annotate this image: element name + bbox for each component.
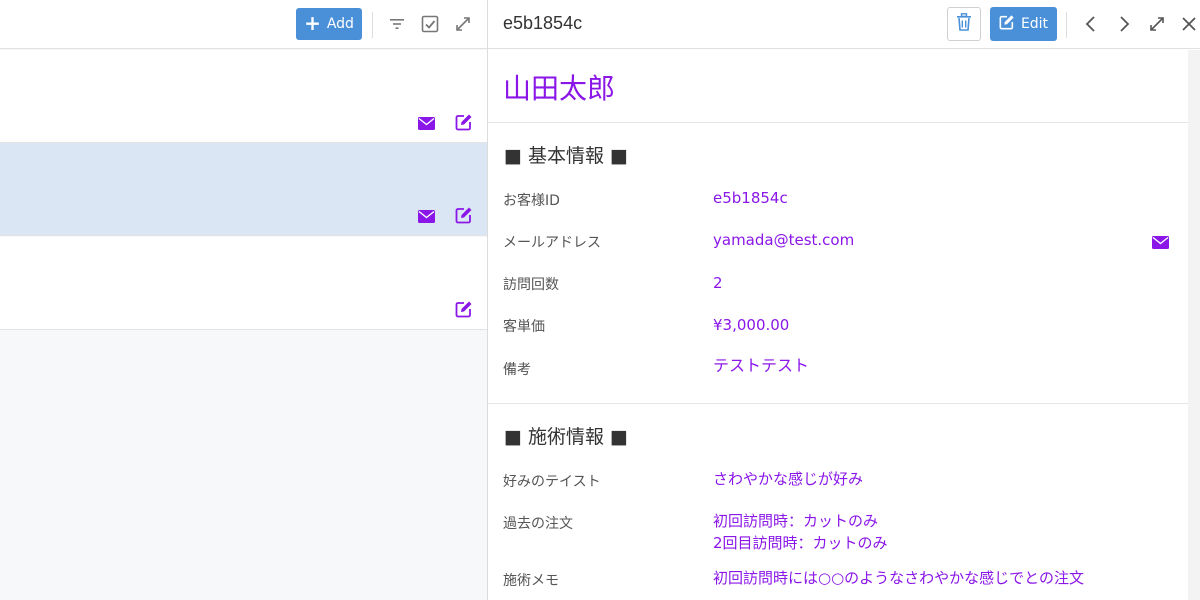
field-value-notes: テストテスト: [713, 356, 810, 375]
field-value-visit-count: 2: [713, 274, 723, 292]
field-value-preferred-taste: さわやかな感じが好み: [713, 470, 864, 488]
detail-content: 山田太郎 ■ 基本情報 ■ お客様ID e5b1854c メールアドレス yam…: [488, 50, 1188, 600]
field-value-past-orders-line-1: 初回訪問時：カットのみ: [713, 512, 879, 530]
field-label-email: メールアドレス: [503, 235, 601, 251]
detail-toolbar: e5b1854c Edit: [488, 0, 1200, 49]
filter-icon[interactable]: [386, 13, 408, 35]
mail-icon[interactable]: [1152, 234, 1169, 253]
field-value-email[interactable]: yamada@test.com: [713, 229, 854, 251]
field-label-visit-count: 訪問回数: [503, 277, 559, 293]
chevron-right-icon[interactable]: [1113, 13, 1135, 35]
field-value-past-orders-line-2: 2回目訪問時：カットのみ: [713, 534, 888, 552]
section-title-basic: ■ 基本情報 ■: [504, 145, 628, 167]
list-item[interactable]: [0, 50, 487, 143]
section-divider: [488, 122, 1188, 123]
mail-icon[interactable]: [416, 114, 436, 132]
field-label-preferred-taste: 好みのテイスト: [503, 474, 601, 490]
mail-icon[interactable]: [416, 207, 436, 225]
edit-button[interactable]: Edit: [990, 7, 1057, 41]
list-toolbar: + Add: [0, 0, 487, 49]
edit-icon[interactable]: [454, 300, 474, 318]
expand-icon[interactable]: [1146, 13, 1168, 35]
field-value-treatment-memo: 初回訪問時には○○のようなさわやかな感じでとの注文: [713, 569, 1085, 587]
section-title-treatment: ■ 施術情報 ■: [504, 426, 628, 448]
edit-button-label: Edit: [1020, 16, 1049, 32]
scrollbar[interactable]: [1188, 50, 1200, 600]
record-id-title: e5b1854c: [503, 13, 583, 33]
delete-button[interactable]: [947, 7, 981, 41]
toolbar-separator: [1066, 12, 1067, 38]
field-label-treatment-memo: 施術メモ: [503, 573, 559, 589]
toolbar-separator: [372, 12, 373, 38]
record-list-pane: + Add: [0, 0, 487, 600]
add-button-label: Add: [326, 16, 354, 32]
field-label-unit-price: 客単価: [503, 319, 545, 335]
field-value-customer-id: e5b1854c: [713, 189, 788, 207]
close-icon[interactable]: [1178, 13, 1200, 35]
trash-icon: [956, 13, 972, 35]
expand-icon[interactable]: [452, 13, 474, 35]
edit-icon[interactable]: [454, 206, 474, 224]
chevron-left-icon[interactable]: [1080, 13, 1102, 35]
edit-icon: [999, 14, 1015, 34]
record-detail-pane: e5b1854c Edit 山田太郎 ■ 基本情報 ■ お客様ID e5b185…: [488, 0, 1200, 600]
field-value-unit-price: ¥3,000.00: [713, 316, 790, 334]
section-divider: [488, 403, 1188, 404]
field-label-past-orders: 過去の注文: [503, 516, 573, 532]
list-item-selected[interactable]: [0, 143, 487, 236]
field-label-customer-id: お客様ID: [503, 193, 560, 209]
add-button[interactable]: + Add: [296, 8, 362, 40]
plus-icon: +: [304, 11, 321, 35]
edit-icon[interactable]: [454, 113, 474, 131]
list-item[interactable]: [0, 237, 487, 330]
customer-name: 山田太郎: [503, 72, 616, 105]
checkbox-icon[interactable]: [419, 13, 441, 35]
field-label-notes: 備考: [503, 362, 531, 378]
